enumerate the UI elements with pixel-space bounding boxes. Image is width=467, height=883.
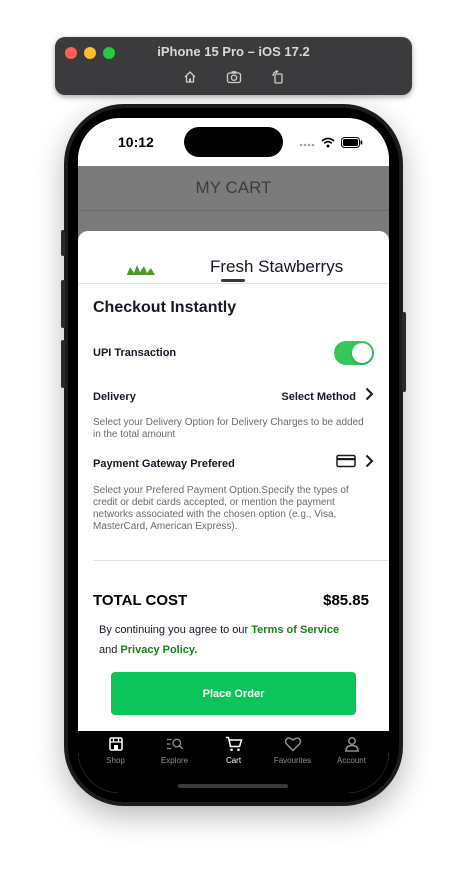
home-indicator[interactable]	[178, 784, 288, 788]
delivery-value[interactable]: Select Method	[281, 391, 356, 403]
terms-text: By continuing you agree to our Terms of …	[99, 620, 371, 660]
product-image	[122, 263, 160, 275]
tab-cart[interactable]: Cart	[209, 735, 259, 765]
total-value: $85.85	[323, 592, 369, 609]
tab-favourites[interactable]: Favourites	[268, 735, 318, 765]
cart-icon	[225, 735, 243, 753]
privacy-policy-link[interactable]: Privacy Policy.	[120, 644, 197, 656]
status-bar: 10:12	[78, 118, 389, 166]
action-button	[61, 230, 65, 256]
tab-bar: Shop Explore Cart Favourites Account	[78, 731, 389, 771]
checkout-title: Checkout Instantly	[93, 299, 237, 316]
volume-up-button	[61, 280, 65, 328]
total-label: TOTAL COST	[93, 592, 188, 609]
payment-row[interactable]: Payment Gateway Prefered	[93, 454, 374, 473]
rotate-icon[interactable]	[269, 68, 287, 86]
upi-label: UPI Transaction	[93, 347, 177, 359]
divider	[78, 283, 389, 284]
divider	[93, 560, 389, 561]
delivery-label: Delivery	[93, 390, 136, 403]
toggle-knob	[352, 343, 372, 363]
simulator-title: iPhone 15 Pro – iOS 17.2	[157, 44, 310, 59]
dynamic-island	[184, 127, 283, 157]
tab-label: Cart	[225, 756, 242, 765]
terms-and: and	[99, 644, 118, 656]
terms-prefix: By continuing you agree to our	[99, 624, 249, 636]
signal-icon	[299, 135, 315, 153]
tab-label: Shop	[106, 756, 125, 765]
upi-row: UPI Transaction	[93, 341, 374, 365]
wifi-icon	[321, 135, 335, 153]
checkout-sheet: Fresh Stawberrys Checkout Instantly UPI …	[78, 231, 389, 793]
payment-description: Select your Prefered Payment Option.Spec…	[93, 485, 349, 532]
cart-header: MY CART	[78, 166, 389, 211]
tab-account[interactable]: Account	[327, 735, 377, 765]
terms-of-service-link[interactable]: Terms of Service	[251, 624, 339, 636]
battery-icon	[341, 135, 363, 153]
explore-icon	[166, 735, 184, 753]
payment-label: Payment Gateway Prefered	[93, 457, 235, 470]
screenshot-icon[interactable]	[225, 68, 243, 86]
tab-label: Favourites	[273, 756, 312, 765]
home-icon[interactable]	[181, 68, 199, 86]
credit-card-icon[interactable]	[336, 454, 356, 473]
tab-explore[interactable]: Explore	[150, 735, 200, 765]
product-name: Fresh Stawberrys	[210, 257, 344, 276]
phone-screen: 10:12 MY CART Fresh Stawberrys Checkout …	[78, 118, 389, 793]
bottom-safe-area	[78, 771, 389, 793]
tab-label: Account	[337, 756, 366, 765]
place-order-button[interactable]: Place Order	[111, 672, 356, 715]
chevron-right-icon[interactable]	[364, 387, 374, 406]
page-title: MY CART	[195, 178, 272, 197]
account-icon	[343, 735, 361, 753]
simulator-toolbar: iPhone 15 Pro – iOS 17.2	[55, 37, 412, 95]
sheet-drag-handle[interactable]	[221, 279, 245, 282]
total-row: TOTAL COST $85.85	[93, 592, 369, 609]
power-button	[402, 312, 406, 392]
status-time: 10:12	[118, 134, 154, 150]
tab-shop[interactable]: Shop	[91, 735, 141, 765]
shop-icon	[107, 735, 125, 753]
heart-icon	[284, 735, 302, 753]
delivery-description: Select your Delivery Option for Delivery…	[93, 417, 364, 440]
delivery-row[interactable]: Delivery Select Method	[93, 387, 374, 406]
upi-toggle[interactable]	[334, 341, 374, 365]
volume-down-button	[61, 340, 65, 388]
tab-label: Explore	[160, 756, 189, 765]
chevron-right-icon[interactable]	[364, 454, 374, 473]
